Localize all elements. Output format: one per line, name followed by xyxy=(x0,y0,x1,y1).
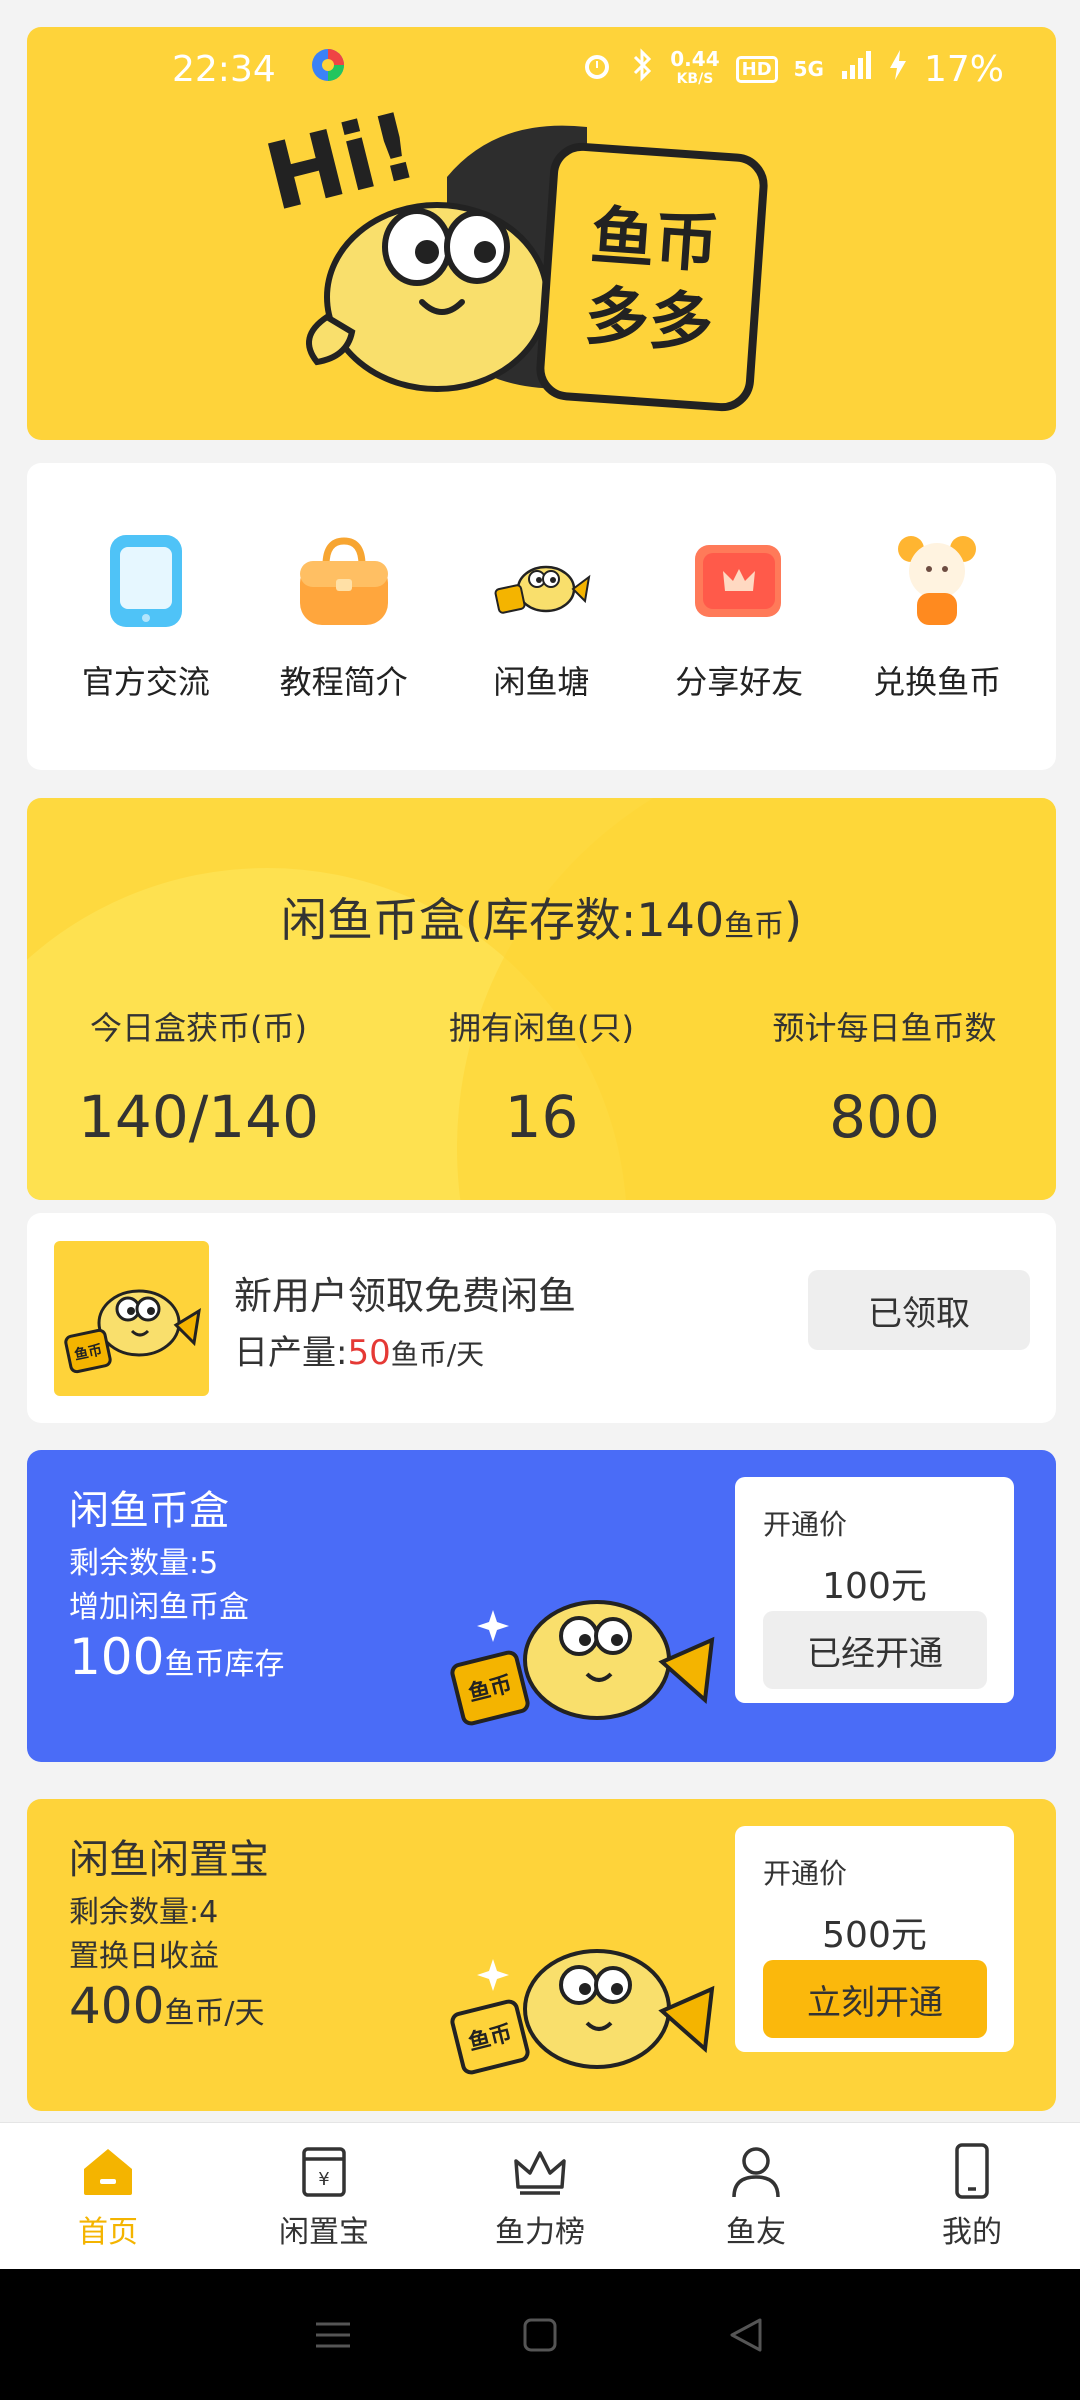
stat-fish-owned: 拥有闲鱼(只) 16 xyxy=(449,1009,634,1151)
activate-now-button[interactable]: 立刻开通 xyxy=(763,1960,987,2038)
offer-amount: 400鱼币/天 xyxy=(69,1977,265,2035)
offer-remaining: 剩余数量:5 xyxy=(69,1546,219,1581)
hd-badge: HD xyxy=(735,55,778,83)
stat-daily-estimate: 预计每日鱼币数 800 xyxy=(772,1009,997,1151)
alarm-icon xyxy=(580,48,614,91)
app-notification-icon xyxy=(310,47,346,92)
yuan-box-icon: ¥ xyxy=(302,2147,346,2197)
offer-amount: 100鱼币库存 xyxy=(69,1628,285,1686)
charging-icon xyxy=(888,48,908,91)
activated-button[interactable]: 已经开通 xyxy=(763,1611,987,1689)
price-label: 开通价 xyxy=(763,1857,848,1890)
hero-banner: 22:34 0.44 KB/S HD 5G 17% Hi! 鱼币 多多 xyxy=(27,27,1056,440)
signal-icon xyxy=(840,49,872,90)
price-value: 100元 xyxy=(822,1566,927,1607)
tablet-icon xyxy=(109,534,182,627)
price-value: 500元 xyxy=(822,1915,927,1956)
price-label: 开通价 xyxy=(763,1508,848,1541)
network-type: 5G xyxy=(793,57,824,81)
svg-text:多多: 多多 xyxy=(583,280,716,363)
bluetooth-icon xyxy=(630,47,654,91)
free-fish-card: 鱼币 新用户领取免费闲鱼 日产量:50鱼币/天 已领取 xyxy=(27,1213,1056,1423)
crown-icon xyxy=(514,2151,566,2195)
status-time: 22:34 xyxy=(172,48,276,90)
fish-mascot-icon xyxy=(495,565,591,614)
svg-text:¥: ¥ xyxy=(318,2169,329,2190)
bear-icon xyxy=(898,535,977,625)
home-icon xyxy=(84,2149,132,2195)
fish-coin-illustration: 鱼币 xyxy=(450,1949,715,2075)
svg-text:鱼币: 鱼币 xyxy=(588,200,721,283)
phone-icon xyxy=(955,2143,989,2199)
menu-share-friends[interactable]: 分享好友 xyxy=(649,531,829,703)
mascot-logo-image: Hi! 鱼币 多多 xyxy=(267,97,768,412)
fish-coin-illustration: 鱼币 xyxy=(450,1600,715,1726)
menu-official-chat[interactable]: 官方交流 xyxy=(56,531,236,703)
system-nav-bar xyxy=(0,2269,1080,2400)
menu-tutorial[interactable]: 教程简介 xyxy=(254,531,434,703)
bottom-nav: 首页 ¥ 闲置宝 鱼力榜 鱼友 我的 xyxy=(0,2122,1080,2269)
nav-home[interactable]: 首页 xyxy=(0,2141,216,2251)
nav-ranking[interactable]: 鱼力榜 xyxy=(432,2141,648,2251)
menu-icon[interactable] xyxy=(308,2310,358,2360)
price-box: 开通价 500元 立刻开通 xyxy=(735,1826,1014,2052)
home-square-icon[interactable] xyxy=(515,2310,565,2360)
quick-menu: 官方交流 教程简介 闲鱼塘 分享好友 兑换鱼币 xyxy=(27,463,1056,770)
nav-friends[interactable]: 鱼友 xyxy=(648,2141,864,2251)
nav-mine[interactable]: 我的 xyxy=(864,2141,1080,2251)
coin-box-summary: 闲鱼币盒(库存数:140鱼币) 今日盒获币(币) 140/140 拥有闲鱼(只)… xyxy=(27,798,1056,1200)
price-box: 开通价 100元 已经开通 xyxy=(735,1477,1014,1703)
coin-box-title: 闲鱼币盒(库存数:140鱼币) xyxy=(280,893,803,947)
stat-today-coins: 今日盒获币(币) 140/140 xyxy=(78,1009,319,1151)
fish-thumbnail: 鱼币 xyxy=(54,1241,209,1396)
nav-idle-treasure[interactable]: ¥ 闲置宝 xyxy=(216,2141,432,2251)
crown-card-icon xyxy=(695,544,782,617)
free-fish-output: 日产量:50鱼币/天 xyxy=(234,1333,485,1373)
net-speed: 0.44 KB/S xyxy=(670,47,720,87)
battery-percent: 17% xyxy=(923,48,1004,90)
bag-icon xyxy=(299,536,388,625)
offer-coin-box: 闲鱼币盒 剩余数量:5 增加闲鱼币盒 100鱼币库存 鱼币 开通价 100元 已… xyxy=(27,1450,1056,1762)
free-fish-title: 新用户领取免费闲鱼 xyxy=(234,1274,577,1318)
menu-fish-pond[interactable]: 闲鱼塘 xyxy=(451,531,631,703)
claimed-button[interactable]: 已领取 xyxy=(808,1270,1030,1350)
offer-description: 增加闲鱼币盒 xyxy=(69,1590,249,1625)
offer-remaining: 剩余数量:4 xyxy=(69,1895,219,1930)
offer-title: 闲鱼币盒 xyxy=(69,1488,229,1534)
back-icon[interactable] xyxy=(722,2310,772,2360)
offer-title: 闲鱼闲置宝 xyxy=(69,1837,269,1883)
menu-exchange-coins[interactable]: 兑换鱼币 xyxy=(847,531,1027,703)
offer-description: 置换日收益 xyxy=(69,1939,219,1974)
user-icon xyxy=(732,2147,780,2198)
offer-idle-treasure: 闲鱼闲置宝 剩余数量:4 置换日收益 400鱼币/天 鱼币 开通价 500元 立… xyxy=(27,1799,1056,2111)
